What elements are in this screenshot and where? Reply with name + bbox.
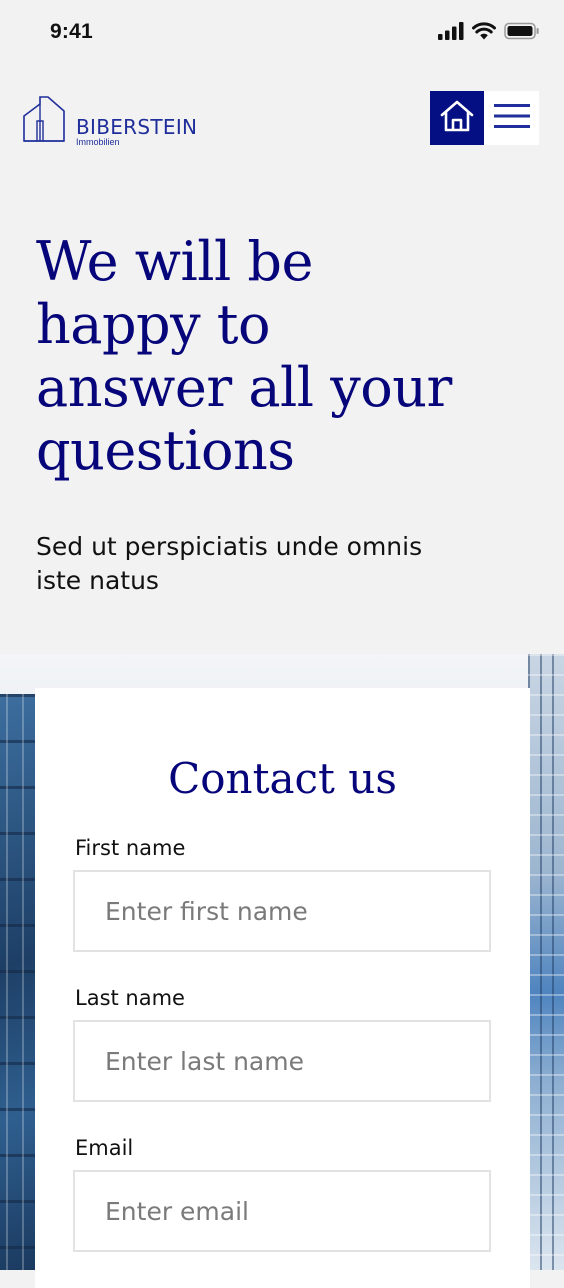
hero-title-line: answer all your — [36, 356, 452, 419]
logo-subtitle: Immobilien — [76, 137, 120, 147]
hero-subtitle-line: Sed ut perspiciatis unde omnis — [36, 532, 423, 561]
logo[interactable]: BIBERSTEIN Immobilien — [22, 94, 197, 147]
status-icons — [438, 22, 540, 45]
logo-name: BIBERSTEIN — [76, 115, 198, 139]
first-name-label: First name — [75, 836, 186, 860]
logo-text: BIBERSTEIN Immobilien — [76, 117, 197, 147]
hero-title-line: questions — [36, 419, 295, 482]
site-header: BIBERSTEIN Immobilien — [0, 88, 564, 148]
email-input[interactable] — [73, 1170, 491, 1252]
home-icon — [439, 99, 475, 138]
last-name-input[interactable] — [73, 1020, 491, 1102]
building-left — [0, 694, 38, 1270]
email-label: Email — [75, 1136, 134, 1160]
first-name-input[interactable] — [73, 870, 491, 952]
hero-title-line: We will be — [36, 230, 313, 293]
wifi-icon — [472, 22, 496, 45]
hero-subtitle: Sed ut perspiciatis unde omnis iste natu… — [36, 530, 496, 598]
battery-icon — [504, 22, 540, 45]
menu-button[interactable] — [484, 91, 539, 145]
building-right — [528, 654, 564, 1270]
hero-title: We will be happy to answer all your ques… — [36, 230, 516, 482]
last-name-label: Last name — [75, 986, 185, 1010]
hero-subtitle-line: iste natus — [36, 566, 159, 595]
hamburger-menu-icon — [493, 103, 530, 134]
logo-house-icon — [22, 94, 66, 147]
contact-title: Contact us — [168, 754, 397, 803]
signal-icon — [438, 22, 464, 45]
home-button[interactable] — [430, 91, 484, 145]
status-bar: 9:41 — [0, 0, 564, 68]
contact-form-card: Contact us First name Last name Email — [35, 688, 530, 1288]
hero-title-line: happy to — [36, 293, 271, 356]
status-time: 9:41 — [50, 20, 93, 43]
